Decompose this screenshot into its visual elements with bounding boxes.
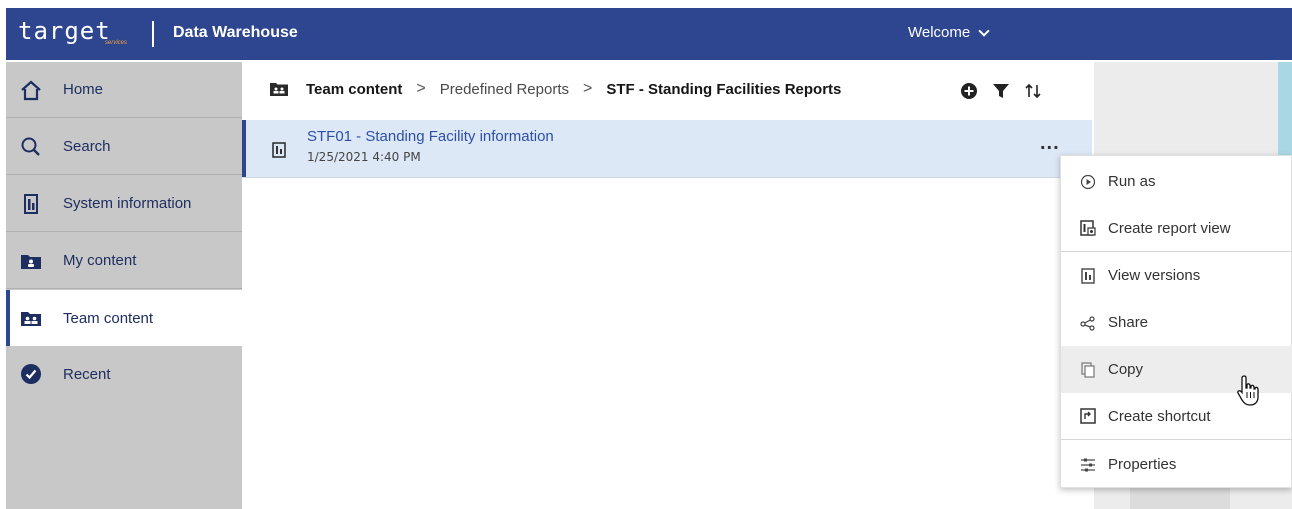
top-bar: target services Data Warehouse Welcome <box>6 8 1292 60</box>
menu-item-view-versions[interactable]: View versions <box>1061 252 1292 299</box>
chevron-right-icon: > <box>583 80 593 97</box>
logo-divider <box>152 21 154 47</box>
menu-item-label: View versions <box>1108 267 1201 284</box>
sidebar-item-label: Search <box>63 138 111 155</box>
breadcrumb: Team content > Predefined Reports > STF … <box>270 80 841 98</box>
welcome-label: Welcome <box>908 24 971 41</box>
team-folder-icon <box>270 82 288 96</box>
sidebar-item-label: Recent <box>63 365 111 383</box>
report-icon <box>272 142 286 158</box>
report-view-icon <box>1080 220 1096 236</box>
menu-item-label: Properties <box>1108 456 1177 473</box>
breadcrumb-current: STF - Standing Facilities Reports <box>606 80 842 98</box>
target-services-logo[interactable]: target services <box>18 17 154 50</box>
hand-cursor-icon <box>1236 374 1260 408</box>
logo-text: target <box>18 17 111 45</box>
welcome-menu[interactable]: Welcome <box>908 24 990 41</box>
sidebar-item-recent[interactable]: Recent <box>6 346 242 402</box>
list-item[interactable]: STF01 - Standing Facility information 1/… <box>242 120 1092 178</box>
sidebar-item-my-content[interactable]: My content <box>6 233 242 289</box>
report-title-link[interactable]: STF01 - Standing Facility information <box>307 128 554 145</box>
home-icon <box>20 79 42 101</box>
main-content: Team content > Predefined Reports > STF … <box>242 62 1094 509</box>
my-folder-icon <box>20 250 42 272</box>
sidebar-item-label: Home <box>63 81 104 98</box>
menu-item-label: Create report view <box>1108 219 1231 237</box>
sidebar-item-home[interactable]: Home <box>6 62 242 118</box>
sort-icon[interactable] <box>1024 82 1042 100</box>
properties-icon <box>1080 457 1096 473</box>
sidebar-item-label: My content <box>63 252 137 269</box>
add-icon[interactable] <box>960 82 978 100</box>
menu-item-properties[interactable]: Properties <box>1061 441 1292 488</box>
breadcrumb-middle[interactable]: Predefined Reports <box>440 81 569 98</box>
share-icon <box>1080 315 1096 331</box>
chevron-right-icon: > <box>416 80 426 97</box>
menu-item-label: Copy <box>1108 361 1144 378</box>
sidebar-item-label: System information <box>63 195 192 212</box>
menu-item-label: Share <box>1108 314 1149 331</box>
copy-icon <box>1080 361 1096 378</box>
team-folder-icon <box>20 307 42 329</box>
filter-icon[interactable] <box>992 82 1010 100</box>
sidebar-item-team-content[interactable]: Team content <box>6 290 242 346</box>
menu-item-run-as[interactable]: Run as <box>1061 158 1292 205</box>
menu-item-label: Create shortcut <box>1108 407 1211 425</box>
context-menu: Run as Create report view View versions … <box>1060 155 1292 488</box>
menu-item-label: Run as <box>1108 173 1156 190</box>
background-accent <box>1278 62 1292 162</box>
toolbar <box>960 82 1042 100</box>
app-title: Data Warehouse <box>173 24 298 41</box>
report-icon <box>20 193 42 215</box>
more-options-icon[interactable]: ... <box>1040 133 1060 153</box>
shortcut-icon <box>1080 408 1096 424</box>
chevron-down-icon <box>978 24 990 37</box>
recent-icon <box>20 363 42 385</box>
versions-icon <box>1080 267 1096 284</box>
sidebar-item-search[interactable]: Search <box>6 119 242 175</box>
sidebar: Home Search System information My conten… <box>6 62 242 509</box>
run-icon <box>1080 174 1096 190</box>
breadcrumb-root[interactable]: Team content <box>306 81 402 98</box>
menu-item-share[interactable]: Share <box>1061 299 1292 346</box>
search-icon <box>20 136 42 158</box>
menu-item-create-report-view[interactable]: Create report view <box>1061 205 1292 252</box>
report-modified-date: 1/25/2021 4:40 PM <box>307 150 421 164</box>
sidebar-item-system-information[interactable]: System information <box>6 176 242 232</box>
logo-sub-text: services <box>105 40 128 46</box>
sidebar-item-label: Team content <box>63 309 154 327</box>
